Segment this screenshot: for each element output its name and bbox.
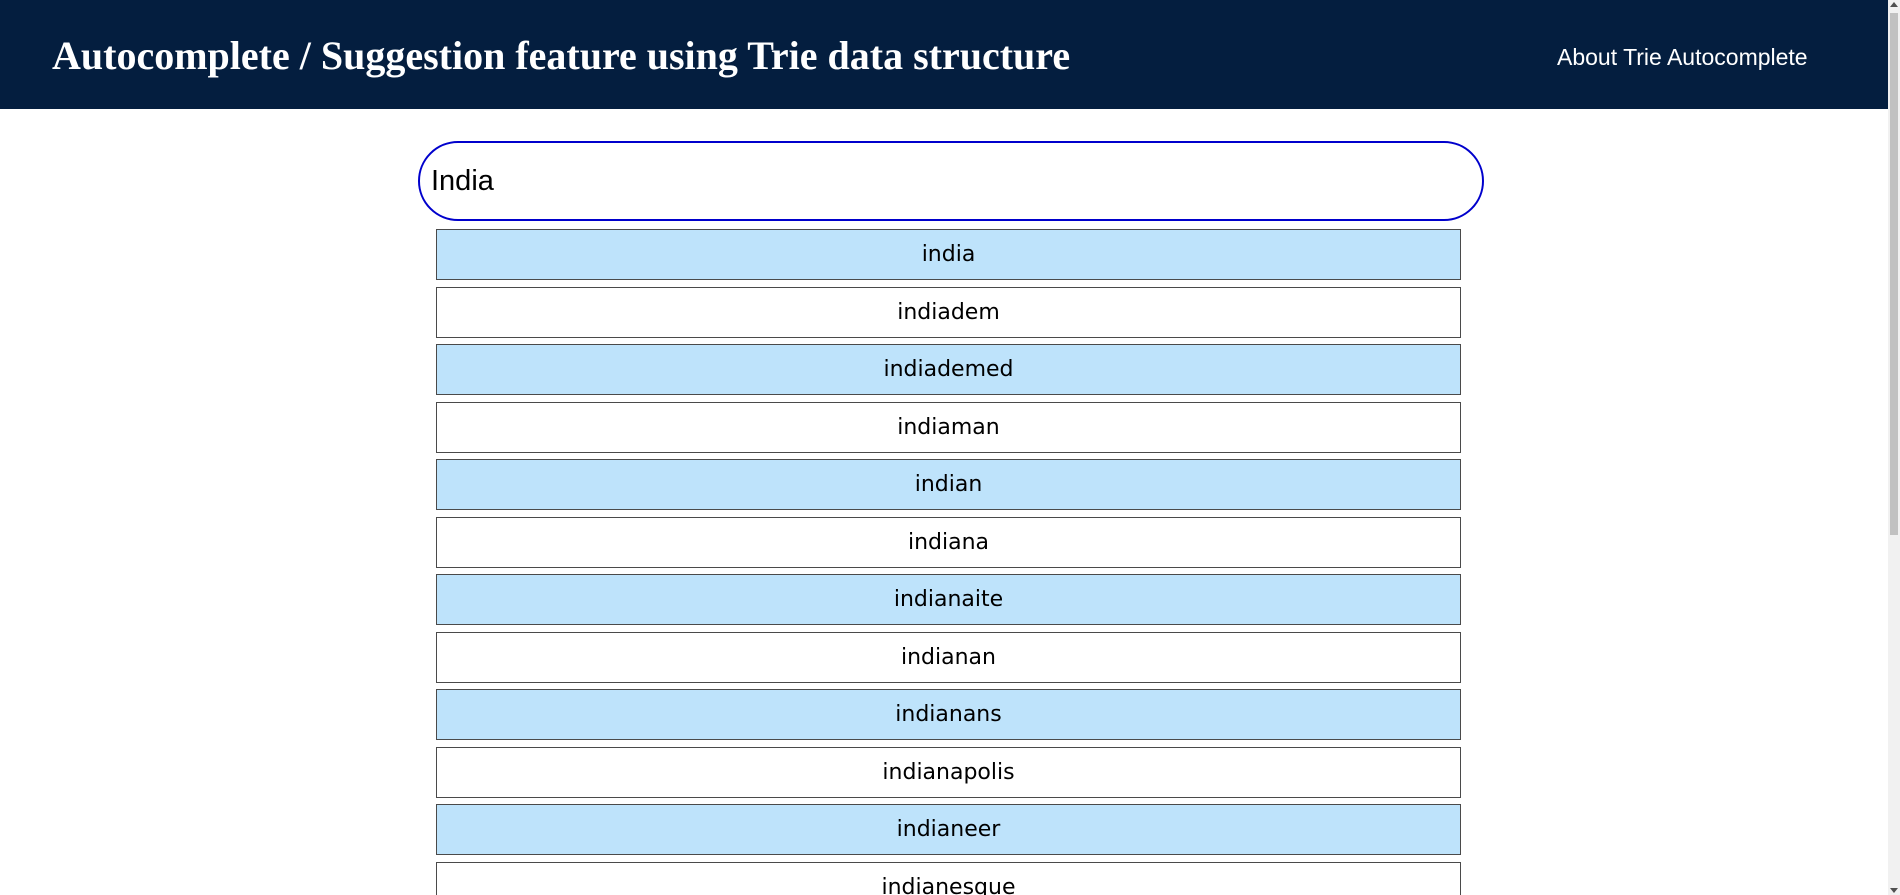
suggestion-item[interactable]: indianeer — [436, 804, 1461, 855]
scrollbar-thumb[interactable] — [1890, 13, 1898, 535]
suggestion-list: india indiadem indiademed indiaman indian ind… — [436, 229, 1461, 895]
suggestion-item[interactable]: indianaite — [436, 574, 1461, 625]
suggestion-item[interactable]: indianans — [436, 689, 1461, 740]
suggestion-item[interactable]: indianapolis — [436, 746, 1461, 798]
app-header: Autocomplete / Suggestion feature using … — [0, 0, 1888, 109]
scroll-up-arrow-icon[interactable] — [1890, 2, 1898, 7]
suggestion-item[interactable]: indiaman — [436, 401, 1461, 453]
suggestion-item[interactable]: indianan — [436, 631, 1461, 683]
suggestion-item[interactable]: indian — [436, 459, 1461, 510]
scroll-down-arrow-icon[interactable] — [1890, 888, 1898, 893]
suggestion-item[interactable]: indiadem — [436, 286, 1461, 338]
suggestion-item[interactable]: indiana — [436, 516, 1461, 568]
page: Autocomplete / Suggestion feature using … — [0, 0, 1888, 895]
search-input[interactable] — [418, 141, 1484, 221]
about-link[interactable]: About Trie Autocomplete — [1557, 43, 1808, 71]
suggestion-item[interactable]: india — [436, 229, 1461, 280]
vertical-scrollbar[interactable] — [1888, 0, 1900, 895]
suggestion-item[interactable]: indiademed — [436, 344, 1461, 395]
page-title: Autocomplete / Suggestion feature using … — [52, 33, 1071, 78]
suggestion-item[interactable]: indianesque — [436, 861, 1461, 895]
